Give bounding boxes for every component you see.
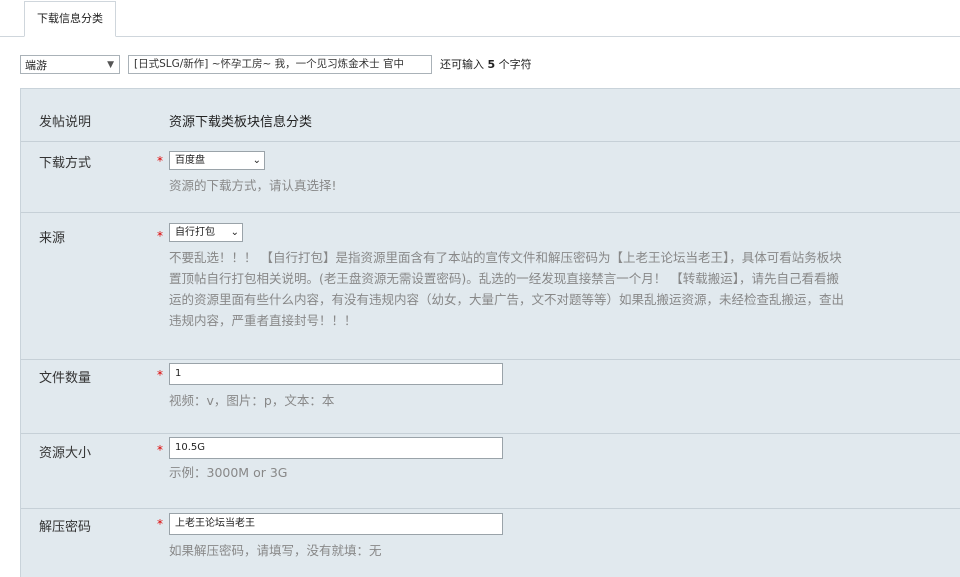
row-download-method: 下载方式 * 百度盘 ⌄ 资源的下载方式，请认真选择! (21, 142, 960, 213)
password-hint: 如果解压密码，请填写，没有就填：无 (169, 543, 382, 558)
source-hint-line: 不要乱选！！！ 【自行打包】是指资源里面含有了本站的宣传文件和解压密码为【上老王… (169, 250, 842, 265)
source-hint-line: 置顶帖自行打包相关说明。(老王盘资源无需设置密码)。乱选的一经发现直接禁言一个月… (169, 271, 839, 286)
required-mark: * (157, 368, 163, 382)
category-select-value: 端游 (25, 59, 47, 72)
download-method-select[interactable]: 百度盘 ⌄ (169, 151, 265, 170)
tab-bar: 下载信息分类 (0, 0, 960, 37)
source-value: 自行打包 (175, 227, 215, 238)
password-input[interactable]: 上老王论坛当老王 (169, 513, 503, 535)
required-mark: * (157, 517, 163, 531)
remaining-suffix: 个字符 (498, 58, 532, 71)
source-hint: 不要乱选！！！ 【自行打包】是指资源里面含有了本站的宣传文件和解压密码为【上老王… (169, 247, 844, 331)
remaining-chars: 还可输入 5 个字符 (440, 55, 532, 74)
file-count-hint: 视频：v，图片：p，文本：本 (169, 393, 335, 408)
remaining-prefix: 还可输入 (440, 58, 484, 71)
remaining-count: 5 (487, 58, 496, 71)
title-row: 端游 ▼ [日式SLG/新作] ~怀孕工房~ 我，一个见习炼金术士 官中 还可输… (0, 50, 960, 80)
row-source: 来源 * 自行打包 ⌄ 不要乱选！！！ 【自行打包】是指资源里面含有了本站的宣传… (21, 213, 960, 360)
source-hint-line: 运的资源里面有些什么内容，有没有违规内容（幼女，大量广告，文不对题等等）如果乱搬… (169, 292, 845, 307)
info-form-panel: 发帖说明 资源下载类板块信息分类 下载方式 * 百度盘 ⌄ 资源的下载方式，请认… (20, 88, 960, 577)
file-count-label: 文件数量 (39, 371, 92, 386)
required-mark: * (157, 154, 163, 168)
row-size: 资源大小 * 10.5G 示例：3000M or 3G (21, 434, 960, 509)
download-method-hint: 资源的下载方式，请认真选择! (169, 178, 337, 193)
size-input[interactable]: 10.5G (169, 437, 503, 459)
tab-download-info[interactable]: 下载信息分类 (24, 1, 116, 37)
source-select[interactable]: 自行打包 ⌄ (169, 223, 243, 242)
download-method-value: 百度盘 (175, 155, 205, 166)
desc-label: 发帖说明 (39, 115, 92, 130)
title-input[interactable]: [日式SLG/新作] ~怀孕工房~ 我，一个见习炼金术士 官中 (128, 55, 432, 74)
row-description: 发帖说明 资源下载类板块信息分类 (21, 89, 960, 142)
chevron-down-icon: ⌄ (252, 155, 261, 166)
size-label: 资源大小 (39, 446, 92, 461)
category-select[interactable]: 端游 ▼ (20, 55, 120, 74)
required-mark: * (157, 229, 163, 243)
required-mark: * (157, 443, 163, 457)
row-password: 解压密码 * 上老王论坛当老王 如果解压密码，请填写，没有就填：无 (21, 509, 960, 577)
row-file-count: 文件数量 * 1 视频：v，图片：p，文本：本 (21, 360, 960, 434)
chevron-down-icon: ▼ (107, 60, 114, 70)
size-hint: 示例：3000M or 3G (169, 465, 288, 480)
download-method-label: 下载方式 (39, 156, 92, 171)
source-label: 来源 (39, 231, 66, 246)
desc-value: 资源下载类板块信息分类 (169, 115, 313, 130)
source-hint-line: 违规内容，严重者直接封号！！！ (169, 313, 357, 328)
chevron-down-icon: ⌄ (230, 227, 239, 238)
password-label: 解压密码 (39, 520, 92, 535)
file-count-input[interactable]: 1 (169, 363, 503, 385)
